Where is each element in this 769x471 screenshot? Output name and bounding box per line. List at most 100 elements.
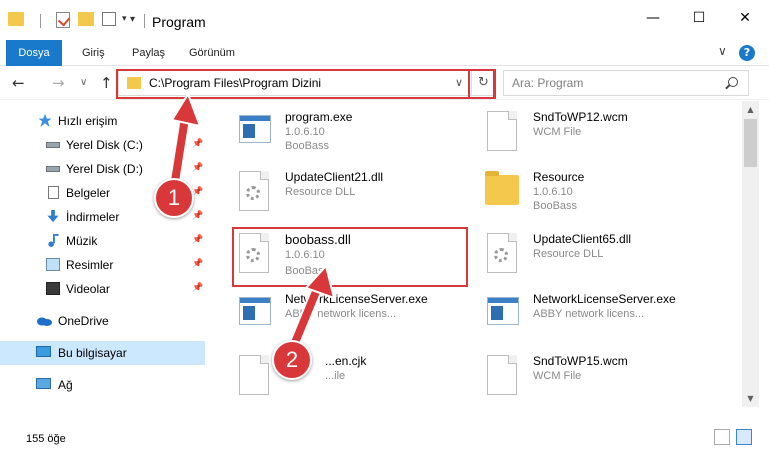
separator xyxy=(40,14,41,28)
exe-file-icon xyxy=(485,293,521,333)
file-name: program.exe xyxy=(285,110,353,124)
ribbon-collapse-icon[interactable]: ∨ xyxy=(718,44,727,58)
file-version: 1.0.6.10 xyxy=(533,186,573,198)
recent-locations-button[interactable]: ∨ xyxy=(80,77,87,88)
file-company: BooBass xyxy=(533,200,578,212)
drive-icon xyxy=(46,142,60,148)
highlight-file-box xyxy=(232,227,468,287)
cloud-icon xyxy=(37,317,52,326)
file-type: Resource DLL xyxy=(285,186,356,198)
sidebar-item-label: Hızlı erişim xyxy=(58,114,118,128)
ribbon-tabs: Dosya Giriş Paylaş Görünüm ∨ xyxy=(0,40,769,66)
file-name: NetworkLicenseServer.exe xyxy=(533,292,676,306)
maximize-button[interactable]: ☐ xyxy=(676,0,722,36)
details-view-icon[interactable] xyxy=(714,429,730,445)
highlight-refresh-box xyxy=(468,69,495,99)
file-type: Resource DLL xyxy=(533,248,604,260)
sidebar-item-label: İndirmeler xyxy=(66,210,120,224)
minimize-button[interactable]: — xyxy=(630,0,676,36)
file-type: WCM File xyxy=(533,126,582,138)
music-icon xyxy=(48,234,59,247)
pin-icon[interactable]: 📌 xyxy=(192,259,203,269)
network-icon xyxy=(36,378,51,389)
status-bar: 155 öğe xyxy=(0,407,769,471)
sidebar-item-label: Videolar xyxy=(66,282,110,296)
file-version: 1.0.6.10 xyxy=(285,126,325,138)
chevron-down-icon[interactable]: ▾ xyxy=(122,14,127,24)
computer-icon xyxy=(36,346,51,357)
sidebar-item-label: Belgeler xyxy=(66,186,111,200)
close-button[interactable]: ✕ xyxy=(722,0,768,36)
exe-file-icon xyxy=(237,293,273,333)
scroll-thumb[interactable] xyxy=(744,119,757,167)
pictures-icon xyxy=(46,258,60,271)
back-button[interactable]: ← xyxy=(12,74,25,92)
document-icon xyxy=(48,186,59,199)
window-title: Program xyxy=(152,14,206,30)
list-item[interactable]: UpdateClient21.dll Resource DLL xyxy=(229,163,469,219)
file-company: BooBass xyxy=(285,140,330,152)
list-item[interactable]: SndToWP12.wcm WCM File xyxy=(477,103,717,159)
folder-icon xyxy=(485,171,521,211)
sidebar-item-pictures[interactable]: Resimler 📌 xyxy=(0,253,205,277)
dll-file-icon xyxy=(485,233,521,273)
list-item[interactable]: Resource 1.0.6.10 BooBass xyxy=(477,163,717,219)
forward-button[interactable]: → xyxy=(52,74,65,92)
title-bar: ▾ ▾ Program — ☐ ✕ xyxy=(0,0,769,40)
sidebar-item-label: Yerel Disk (C:) xyxy=(66,138,143,152)
sidebar-item-this-pc[interactable]: Bu bilgisayar xyxy=(0,341,205,365)
star-icon xyxy=(38,114,52,127)
file-name: UpdateClient21.dll xyxy=(285,170,384,184)
tab-view[interactable]: Görünüm xyxy=(189,40,235,66)
callout-step-2: 2 xyxy=(272,340,312,380)
help-icon[interactable]: ? xyxy=(739,45,755,61)
file-description: ABBY network licens... xyxy=(533,308,645,320)
folder-icon xyxy=(8,12,24,26)
tab-share[interactable]: Paylaş xyxy=(132,40,165,66)
file-name: Resource xyxy=(533,170,585,184)
list-item[interactable]: program.exe 1.0.6.10 BooBass xyxy=(229,103,469,159)
sidebar-item-onedrive[interactable]: OneDrive xyxy=(0,309,205,333)
pin-icon[interactable]: 📌 xyxy=(192,211,203,221)
sidebar-item-music[interactable]: Müzik 📌 xyxy=(0,229,205,253)
search-icon[interactable] xyxy=(728,77,738,87)
drive-icon xyxy=(46,166,60,172)
sidebar-item-label: OneDrive xyxy=(58,314,109,328)
scroll-up-icon[interactable]: ▲ xyxy=(742,101,759,118)
sidebar-item-label: Ağ xyxy=(58,378,73,392)
up-button[interactable]: ↑ xyxy=(100,74,113,92)
file-icon xyxy=(237,355,273,395)
file-type: WCM File xyxy=(533,370,582,382)
sidebar-item-network[interactable]: Ağ xyxy=(0,373,205,397)
file-name: UpdateClient65.dll xyxy=(533,232,632,246)
scroll-down-icon[interactable]: ▼ xyxy=(742,390,759,407)
callout-step-1: 1 xyxy=(154,178,194,218)
sidebar-item-label: Bu bilgisayar xyxy=(58,346,127,360)
new-folder-icon[interactable] xyxy=(78,12,94,26)
list-item[interactable]: SndToWP15.wcm WCM File xyxy=(477,347,717,403)
tab-file[interactable]: Dosya xyxy=(6,40,62,66)
pin-icon[interactable]: 📌 xyxy=(192,235,203,245)
list-item[interactable]: NetworkLicenseServer.exe ABBY network li… xyxy=(477,285,717,341)
videos-icon xyxy=(46,282,60,295)
search-input[interactable] xyxy=(512,75,722,91)
search-box[interactable] xyxy=(503,70,749,96)
pin-icon[interactable]: 📌 xyxy=(192,283,203,293)
sidebar-item-label: Müzik xyxy=(66,234,98,248)
file-type: ...ile xyxy=(325,370,346,382)
file-icon xyxy=(485,355,521,395)
sidebar-item-label: Resimler xyxy=(66,258,114,272)
tab-home[interactable]: Giriş xyxy=(82,40,105,66)
item-count: 155 öğe xyxy=(26,433,66,445)
large-icons-view-icon[interactable] xyxy=(736,429,752,445)
exe-file-icon xyxy=(237,111,273,151)
download-icon xyxy=(47,210,59,223)
separator xyxy=(144,14,145,28)
sidebar-item-videos[interactable]: Videolar 📌 xyxy=(0,277,205,301)
vertical-scrollbar[interactable]: ▲ ▼ xyxy=(742,101,759,407)
properties-check-icon[interactable] xyxy=(56,12,70,28)
sidebar-item-label: Yerel Disk (D:) xyxy=(66,162,143,176)
list-item[interactable]: UpdateClient65.dll Resource DLL xyxy=(477,225,717,281)
properties-icon[interactable] xyxy=(102,12,116,26)
customize-toolbar-icon[interactable]: ▾ xyxy=(130,14,135,25)
